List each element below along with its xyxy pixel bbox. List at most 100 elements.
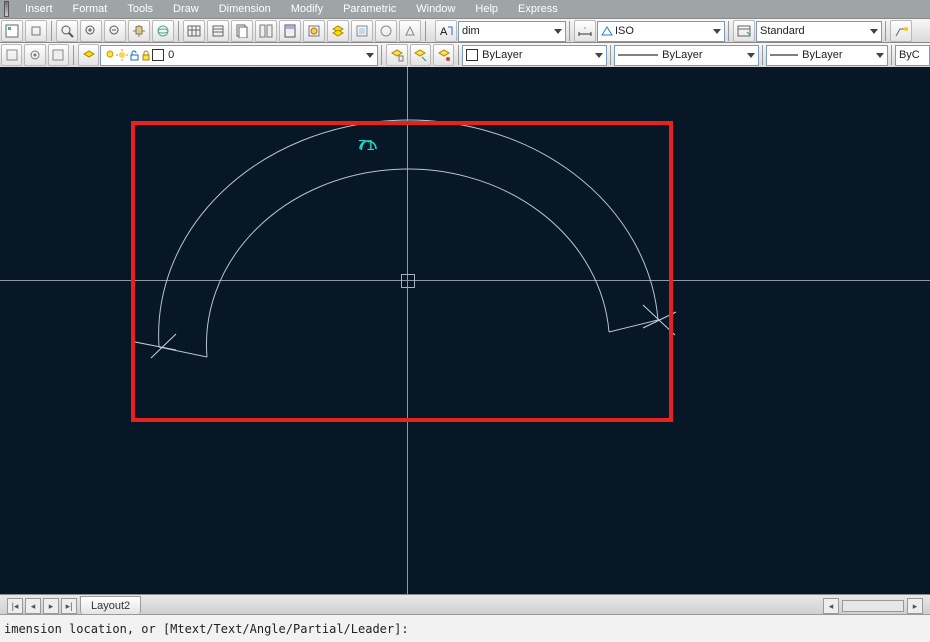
red-highlight-box [131,121,673,422]
tabbar-right-group: ◂ ▸ [822,598,930,614]
linetype-preview-icon [618,51,658,59]
toolbar-separator [178,21,179,41]
zoom-window-icon[interactable] [80,20,102,42]
lightbulb-on-icon [104,49,116,61]
table-icon[interactable] [183,20,205,42]
chevron-down-icon [870,29,878,34]
tab-nav-first[interactable]: |◂ [7,598,23,614]
linetype-value: ByLayer [662,49,702,61]
toolbar-separator [73,45,74,65]
tool-button-1[interactable] [1,20,23,42]
tool2-3[interactable] [48,44,69,66]
layer-dropdown[interactable]: 0 [100,45,378,66]
color-swatch [466,49,478,61]
lineweight-value: ByLayer [802,49,842,61]
dim-style-value: ISO [615,25,634,37]
color-value: ByLayer [482,49,522,61]
scrollbar-track[interactable] [842,600,904,612]
chevron-down-icon [554,29,562,34]
layout-tab[interactable]: Layout2 [80,596,141,614]
block-editor-icon[interactable] [351,20,373,42]
lineweight-dropdown[interactable]: ByLayer [766,45,888,66]
tool-palettes-icon[interactable] [255,20,277,42]
gear-icon[interactable] [24,44,45,66]
tool2-1[interactable] [1,44,22,66]
tab-nav-next[interactable]: ▸ [43,598,59,614]
toolbar-row-1: A dim ISO Standard [0,18,930,44]
lock-open-icon [128,49,140,61]
linetype-dropdown[interactable]: ByLayer [614,45,759,66]
menu-draw[interactable]: Draw [163,2,209,16]
orbit-icon[interactable] [152,20,174,42]
color-dropdown[interactable]: ByLayer [462,45,607,66]
toolbar-row-2: 0 ByLayer ByLayer ByLayer ByC [0,42,930,68]
toolbar-gripper[interactable] [4,1,9,17]
menu-help[interactable]: Help [465,2,508,16]
zoom-previous-icon[interactable] [104,20,126,42]
lock-icon [140,49,152,61]
menu-insert[interactable]: Insert [15,2,63,16]
zoom-extents-icon[interactable] [56,20,78,42]
toolbar-separator [381,45,382,65]
layer-states-icon[interactable] [386,44,407,66]
calculator-icon[interactable] [279,20,301,42]
lineweight-preview-icon [770,51,798,59]
toolbar-separator [51,21,52,41]
dim-style-icon[interactable] [574,20,596,42]
drawing-area[interactable]: 71 [0,67,930,594]
tool-button-misc2[interactable] [399,20,421,42]
text-style-dropdown[interactable]: dim [458,21,566,42]
scroll-left-icon[interactable]: ◂ [823,598,839,614]
toolbar-separator [728,21,729,41]
table-style-value: Standard [760,25,805,37]
dim-style-dropdown[interactable]: ISO [597,21,725,42]
command-line[interactable]: imension location, or [Mtext/Text/Angle/… [0,614,930,642]
menu-tools[interactable]: Tools [117,2,163,16]
toolbar-separator [885,21,886,41]
text-style-value: dim [462,25,480,37]
layer-properties-icon[interactable] [78,44,99,66]
toolbar-separator [610,45,611,65]
toolbar-separator [569,21,570,41]
sheet-set-icon[interactable] [231,20,253,42]
tool-button-2[interactable] [25,20,47,42]
table-style-icon[interactable] [733,20,755,42]
menu-dimension[interactable]: Dimension [209,2,281,16]
toolbar-separator [891,45,892,65]
layout-tab-bar: |◂ ◂ ▸ ▸| Layout2 ◂ ▸ [0,594,930,614]
multileader-style-icon[interactable] [890,20,912,42]
layer-name: 0 [168,49,174,61]
layer-color-swatch [152,49,164,61]
text-style-icon[interactable]: A [435,20,457,42]
menu-window[interactable]: Window [406,2,465,16]
scroll-right-icon[interactable]: ▸ [907,598,923,614]
menu-modify[interactable]: Modify [281,2,333,16]
chevron-down-icon [366,53,374,58]
layer-match-icon[interactable] [433,44,454,66]
sun-icon [116,49,128,61]
chevron-down-icon [595,53,603,58]
svg-text:A: A [440,26,448,38]
plotstyle-dropdown[interactable]: ByC [895,45,930,66]
triangle-icon [601,25,613,37]
tab-nav-last[interactable]: ▸| [61,598,77,614]
chevron-down-icon [713,29,721,34]
chevron-down-icon [747,53,755,58]
menu-parametric[interactable]: Parametric [333,2,406,16]
plotstyle-value: ByC [899,49,920,61]
menu-express[interactable]: Express [508,2,568,16]
toolbar-separator [762,45,763,65]
pan-icon[interactable] [128,20,150,42]
properties-icon[interactable] [207,20,229,42]
chevron-down-icon [876,53,884,58]
toolbar-separator [458,45,459,65]
table-style-dropdown[interactable]: Standard [756,21,882,42]
layout-tab-label: Layout2 [91,600,130,612]
markup-icon[interactable] [303,20,325,42]
menu-format[interactable]: Format [63,2,118,16]
tab-nav-prev[interactable]: ◂ [25,598,41,614]
toolbar-separator [425,21,426,41]
tool-button-misc1[interactable] [375,20,397,42]
layer-filter-icon[interactable] [410,44,431,66]
layer-manager-icon[interactable] [327,20,349,42]
